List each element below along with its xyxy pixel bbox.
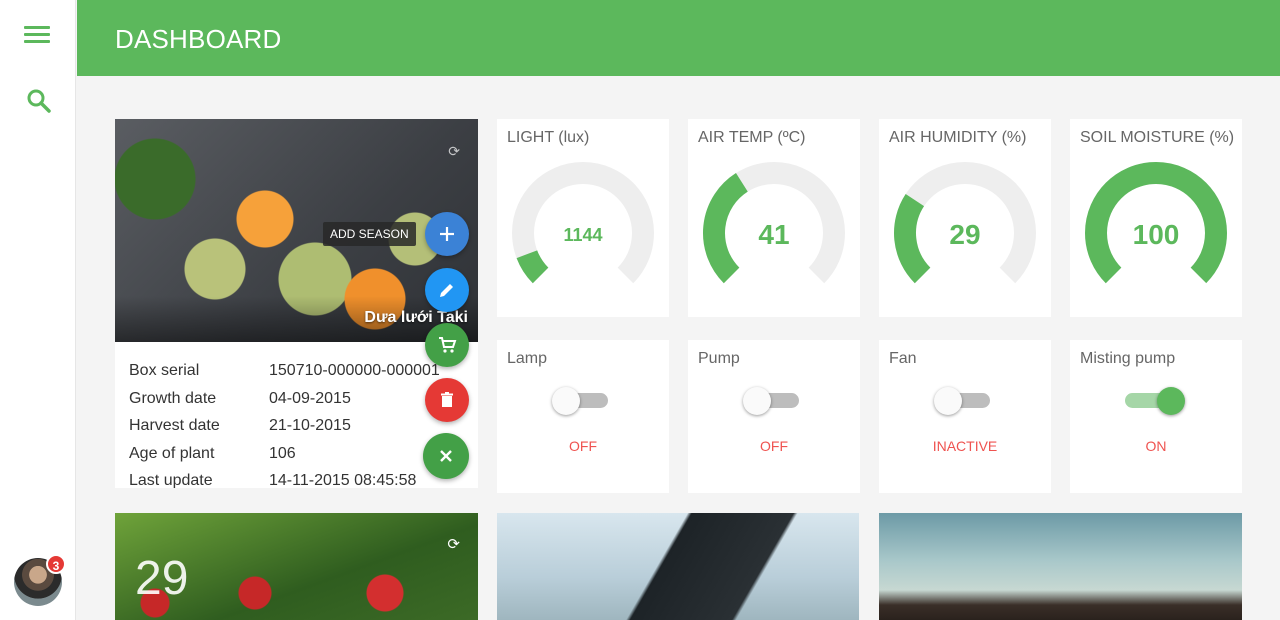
detail-row: Last update 14-11-2015 08:45:58 <box>129 472 440 488</box>
add-season-tooltip: ADD SEASON <box>323 222 416 246</box>
field-card[interactable] <box>879 513 1242 620</box>
avatar[interactable]: 3 <box>14 554 66 606</box>
light-gauge: 1144 <box>507 161 659 291</box>
soil-moisture-gauge: 100 <box>1080 161 1232 291</box>
device-state: OFF <box>569 438 597 454</box>
search-icon[interactable] <box>26 88 52 114</box>
edit-button[interactable] <box>425 268 469 312</box>
device-card-misting-pump: Misting pump ON <box>1070 340 1242 493</box>
detail-value: 150710-000000-000001 <box>269 362 440 379</box>
refresh-icon[interactable]: ⟳ <box>448 143 460 160</box>
cart-button[interactable] <box>425 323 469 367</box>
plant-photo: ⟳ ADD SEASON Dưa lưới Taki <box>115 119 478 342</box>
device-state: ON <box>1145 438 1167 454</box>
sensor-value: 29 <box>949 219 981 250</box>
add-season-button[interactable] <box>425 212 469 256</box>
close-button[interactable] <box>423 433 469 479</box>
notification-badge: 3 <box>46 554 66 574</box>
sidebar: 3 <box>0 0 76 620</box>
device-state: OFF <box>760 438 788 454</box>
delete-button[interactable] <box>425 378 469 422</box>
cart-icon <box>439 337 457 353</box>
tile-number: 29 <box>135 552 189 605</box>
detail-label: Last update <box>129 472 213 488</box>
close-icon <box>440 450 452 462</box>
sensor-title: LIGHT (lux) <box>507 129 590 146</box>
device-state: INACTIVE <box>932 438 998 454</box>
plant-card: ⟳ ADD SEASON Dưa lưới Taki Box serial 150… <box>115 119 478 488</box>
sensor-value: 1144 <box>563 225 603 245</box>
sensor-card-air-temp: AIR TEMP (ºC) 41 <box>688 119 860 317</box>
detail-value: 21-10-2015 <box>269 417 351 434</box>
lamp-toggle[interactable] <box>552 387 614 415</box>
detail-value: 106 <box>269 444 296 462</box>
detail-label: Box serial <box>129 362 200 379</box>
device-card-fan: Fan INACTIVE <box>879 340 1051 493</box>
trash-icon <box>441 392 453 407</box>
air-temp-gauge: 41 <box>698 161 850 291</box>
sensor-card-soil-moisture: SOIL MOISTURE (%) 100 <box>1070 119 1242 317</box>
air-humidity-gauge: 29 <box>889 161 1041 291</box>
detail-label: Harvest date <box>129 417 220 434</box>
detail-label: Age of plant <box>129 444 215 462</box>
sensor-card-light: LIGHT (lux) 1144 <box>497 119 669 317</box>
fan-toggle[interactable] <box>934 387 996 415</box>
sensor-title: AIR TEMP (ºC) <box>698 129 806 146</box>
pencil-icon <box>440 284 453 297</box>
detail-row: Box serial 150710-000000-000001 <box>129 362 440 390</box>
sensor-card-air-humidity: AIR HUMIDITY (%) 29 <box>879 119 1051 317</box>
detail-row: Age of plant 106 <box>129 445 440 473</box>
detail-row: Growth date 04-09-2015 <box>129 390 440 418</box>
misting-pump-toggle[interactable] <box>1125 387 1187 415</box>
device-title: Lamp <box>507 350 548 367</box>
sensor-title: SOIL MOISTURE (%) <box>1080 129 1235 146</box>
page-title: DASHBOARD <box>115 24 282 54</box>
plus-icon <box>440 227 454 241</box>
app-header: DASHBOARD <box>77 0 1280 76</box>
plant-details-list: Box serial 150710-000000-000001 Growth da… <box>129 362 440 488</box>
device-title: Fan <box>889 350 917 367</box>
pump-toggle[interactable] <box>743 387 805 415</box>
sensor-value: 100 <box>1132 219 1180 250</box>
sensor-value: 41 <box>758 219 790 250</box>
detail-value: 04-09-2015 <box>269 389 351 407</box>
strawberry-card[interactable]: 29 ⟳ <box>115 513 478 620</box>
detail-label: Growth date <box>129 389 217 407</box>
greenhouse-card[interactable] <box>497 513 859 620</box>
gauge-fill <box>516 249 549 284</box>
device-card-pump: Pump OFF <box>688 340 860 493</box>
sensor-title: AIR HUMIDITY (%) <box>889 129 1027 146</box>
plant-details: Box serial 150710-000000-000001 Growth da… <box>115 342 478 488</box>
menu-icon[interactable] <box>24 26 52 50</box>
device-card-lamp: Lamp OFF <box>497 340 669 493</box>
device-title: Misting pump <box>1080 350 1176 367</box>
detail-value: 14-11-2015 08:45:58 <box>269 472 417 488</box>
refresh-icon[interactable]: ⟳ <box>447 535 460 553</box>
device-title: Pump <box>698 350 740 367</box>
detail-row: Harvest date 21-10-2015 <box>129 417 440 445</box>
